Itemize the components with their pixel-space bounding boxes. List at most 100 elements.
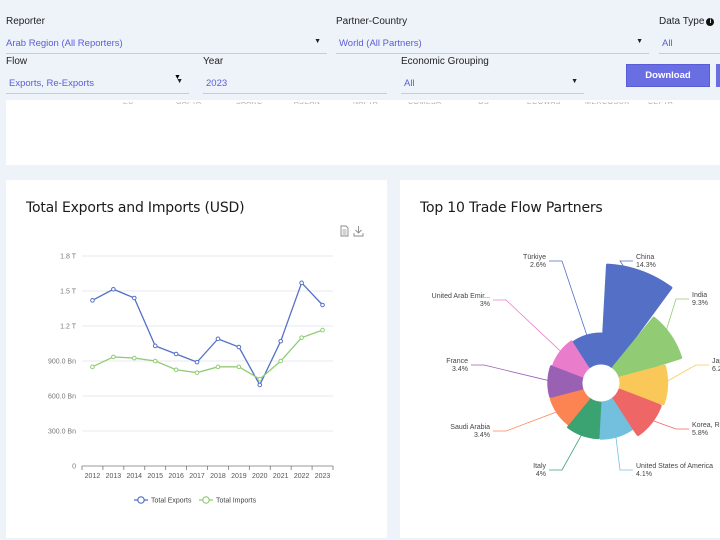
x-tick-label: 2018 bbox=[210, 473, 226, 480]
data-point bbox=[215, 336, 221, 342]
year-select[interactable]: 2023 bbox=[203, 74, 387, 94]
data-type-value: All bbox=[662, 38, 673, 49]
partner-value: World (All Partners) bbox=[339, 38, 422, 49]
x-tick-label: 2022 bbox=[294, 473, 310, 480]
slice-label: Italy bbox=[533, 463, 546, 470]
slice-label: India bbox=[692, 292, 707, 299]
data-point bbox=[278, 358, 284, 364]
flow-value: Exports, Re-Exports bbox=[9, 78, 94, 89]
year-label: Year bbox=[203, 56, 224, 67]
slice-label: United Arab Emir... bbox=[432, 293, 490, 300]
slice-pct: 4.1% bbox=[636, 471, 652, 478]
data-type-filter: Data Type i All bbox=[659, 16, 720, 56]
y-tick-label: 0 bbox=[72, 464, 76, 471]
slice-label: China bbox=[636, 254, 654, 261]
caret-down-icon: ▼ bbox=[571, 78, 578, 85]
slice-pct: 6.2% bbox=[712, 366, 720, 373]
flow-label: Flow bbox=[6, 56, 28, 67]
slice-pct: 14.3% bbox=[636, 262, 656, 269]
x-tick-label: 2023 bbox=[315, 473, 331, 480]
data-point bbox=[173, 351, 179, 357]
economic-groups-panel: EU GAFTA SAARC ASEAN NAFTA COMESA GS ECOWAS MERC… bbox=[6, 100, 720, 165]
data-point bbox=[111, 286, 116, 292]
grouping-select[interactable]: All ▼ bbox=[401, 74, 584, 94]
caret-down-icon: ▼ bbox=[636, 38, 643, 45]
data-point bbox=[257, 382, 263, 388]
y-tick-label: 1.2 T bbox=[60, 324, 77, 331]
leader-line bbox=[549, 430, 585, 471]
flow-filter: Flow Exports, Re-Exports ▼ bbox=[6, 56, 189, 96]
legend-marker-icon bbox=[202, 496, 210, 504]
flow-select[interactable]: Exports, Re-Exports ▼ bbox=[6, 74, 189, 94]
x-tick-label: 2021 bbox=[273, 473, 289, 480]
group-label: ECOWAS bbox=[527, 99, 561, 106]
data-type-select[interactable]: All bbox=[659, 34, 720, 54]
data-point bbox=[90, 298, 95, 303]
x-tick-label: 2013 bbox=[106, 473, 122, 480]
data-point bbox=[90, 364, 95, 370]
leader-line bbox=[549, 260, 589, 340]
top-partners-panel: Top 10 Trade Flow Partners China 14.3% Ind… bbox=[400, 180, 720, 538]
info-icon[interactable]: i bbox=[706, 18, 715, 26]
data-point bbox=[320, 327, 325, 333]
slice-pct: 2.6% bbox=[530, 262, 546, 269]
year-filter: Year 2023 bbox=[203, 56, 387, 96]
slice-pct: 3% bbox=[480, 301, 490, 308]
legend-marker-icon bbox=[137, 496, 145, 504]
data-point bbox=[320, 302, 325, 308]
reporter-label: Reporter bbox=[6, 16, 45, 27]
slice-label: France bbox=[446, 358, 468, 365]
year-value: 2023 bbox=[206, 78, 228, 89]
y-tick-label: 1.8 T bbox=[60, 254, 77, 261]
data-point bbox=[173, 367, 179, 373]
x-tick-label: 2020 bbox=[252, 473, 268, 480]
partner-label: Partner-Country bbox=[336, 16, 408, 27]
group-label: CEFTA bbox=[648, 99, 673, 106]
group-label: ASEAN bbox=[294, 99, 321, 106]
slice-pct: 3.4% bbox=[452, 366, 468, 373]
x-tick-label: 2016 bbox=[168, 473, 184, 480]
data-type-label: Data Type i bbox=[659, 16, 715, 27]
data-point bbox=[111, 354, 116, 360]
data-point bbox=[194, 359, 200, 365]
data-point bbox=[152, 343, 158, 349]
legend-label: Total Imports bbox=[216, 498, 257, 505]
partner-select[interactable]: World (All Partners) ▼ bbox=[336, 34, 649, 54]
grouping-label: Economic Grouping bbox=[401, 56, 489, 67]
series-line-total-imports bbox=[92, 329, 323, 380]
data-point bbox=[194, 370, 200, 375]
x-tick-label: 2012 bbox=[85, 473, 101, 480]
group-label: GS bbox=[478, 99, 490, 106]
x-tick-label: 2014 bbox=[127, 473, 143, 480]
rose-chart: China14.3% India9.3% Japan6.2% Korea, Rep.5… bbox=[432, 254, 720, 478]
group-label: COMESA bbox=[408, 99, 442, 106]
slice-label: Saudi Arabia bbox=[450, 424, 490, 431]
year-caret-icon: ▼ bbox=[174, 74, 181, 81]
slice-pct: 5.8% bbox=[692, 430, 708, 437]
reporter-value: Arab Region (All Reporters) bbox=[6, 38, 123, 49]
group-label: MERCOSUR bbox=[585, 99, 630, 106]
reporter-filter: Reporter Arab Region (All Reporters) ▼ bbox=[6, 16, 327, 56]
extra-button[interactable] bbox=[716, 64, 720, 87]
x-tick-label: 2019 bbox=[231, 473, 247, 480]
legend-label: Total Exports bbox=[151, 498, 192, 505]
y-tick-label: 900.0 Bn bbox=[48, 359, 76, 366]
download-button[interactable]: Download bbox=[626, 64, 710, 87]
group-label: EU bbox=[123, 99, 134, 106]
group-label: GAFTA bbox=[176, 99, 202, 106]
caret-down-icon: ▼ bbox=[314, 38, 321, 45]
x-tick-label: 2015 bbox=[147, 473, 163, 480]
slice-pct: 4% bbox=[536, 471, 546, 478]
reporter-select[interactable]: Arab Region (All Reporters) ▼ bbox=[6, 34, 327, 54]
grouping-filter: Economic Grouping All ▼ bbox=[401, 56, 584, 96]
data-point bbox=[152, 358, 158, 364]
data-point bbox=[131, 355, 137, 361]
slice-label: Korea, Rep. bbox=[692, 422, 720, 429]
slice-label: Türkiye bbox=[523, 254, 546, 261]
grouping-value: All bbox=[404, 78, 415, 89]
slice-pct: 3.4% bbox=[474, 432, 490, 439]
slice-label: Japan bbox=[712, 358, 720, 365]
y-tick-label: 1.5 T bbox=[60, 289, 77, 296]
line-chart: 0 300.0 Bn 600.0 Bn 900.0 Bn 1.2 T 1.5 T 1.8 T… bbox=[48, 254, 334, 505]
y-tick-label: 300.0 Bn bbox=[48, 429, 76, 436]
